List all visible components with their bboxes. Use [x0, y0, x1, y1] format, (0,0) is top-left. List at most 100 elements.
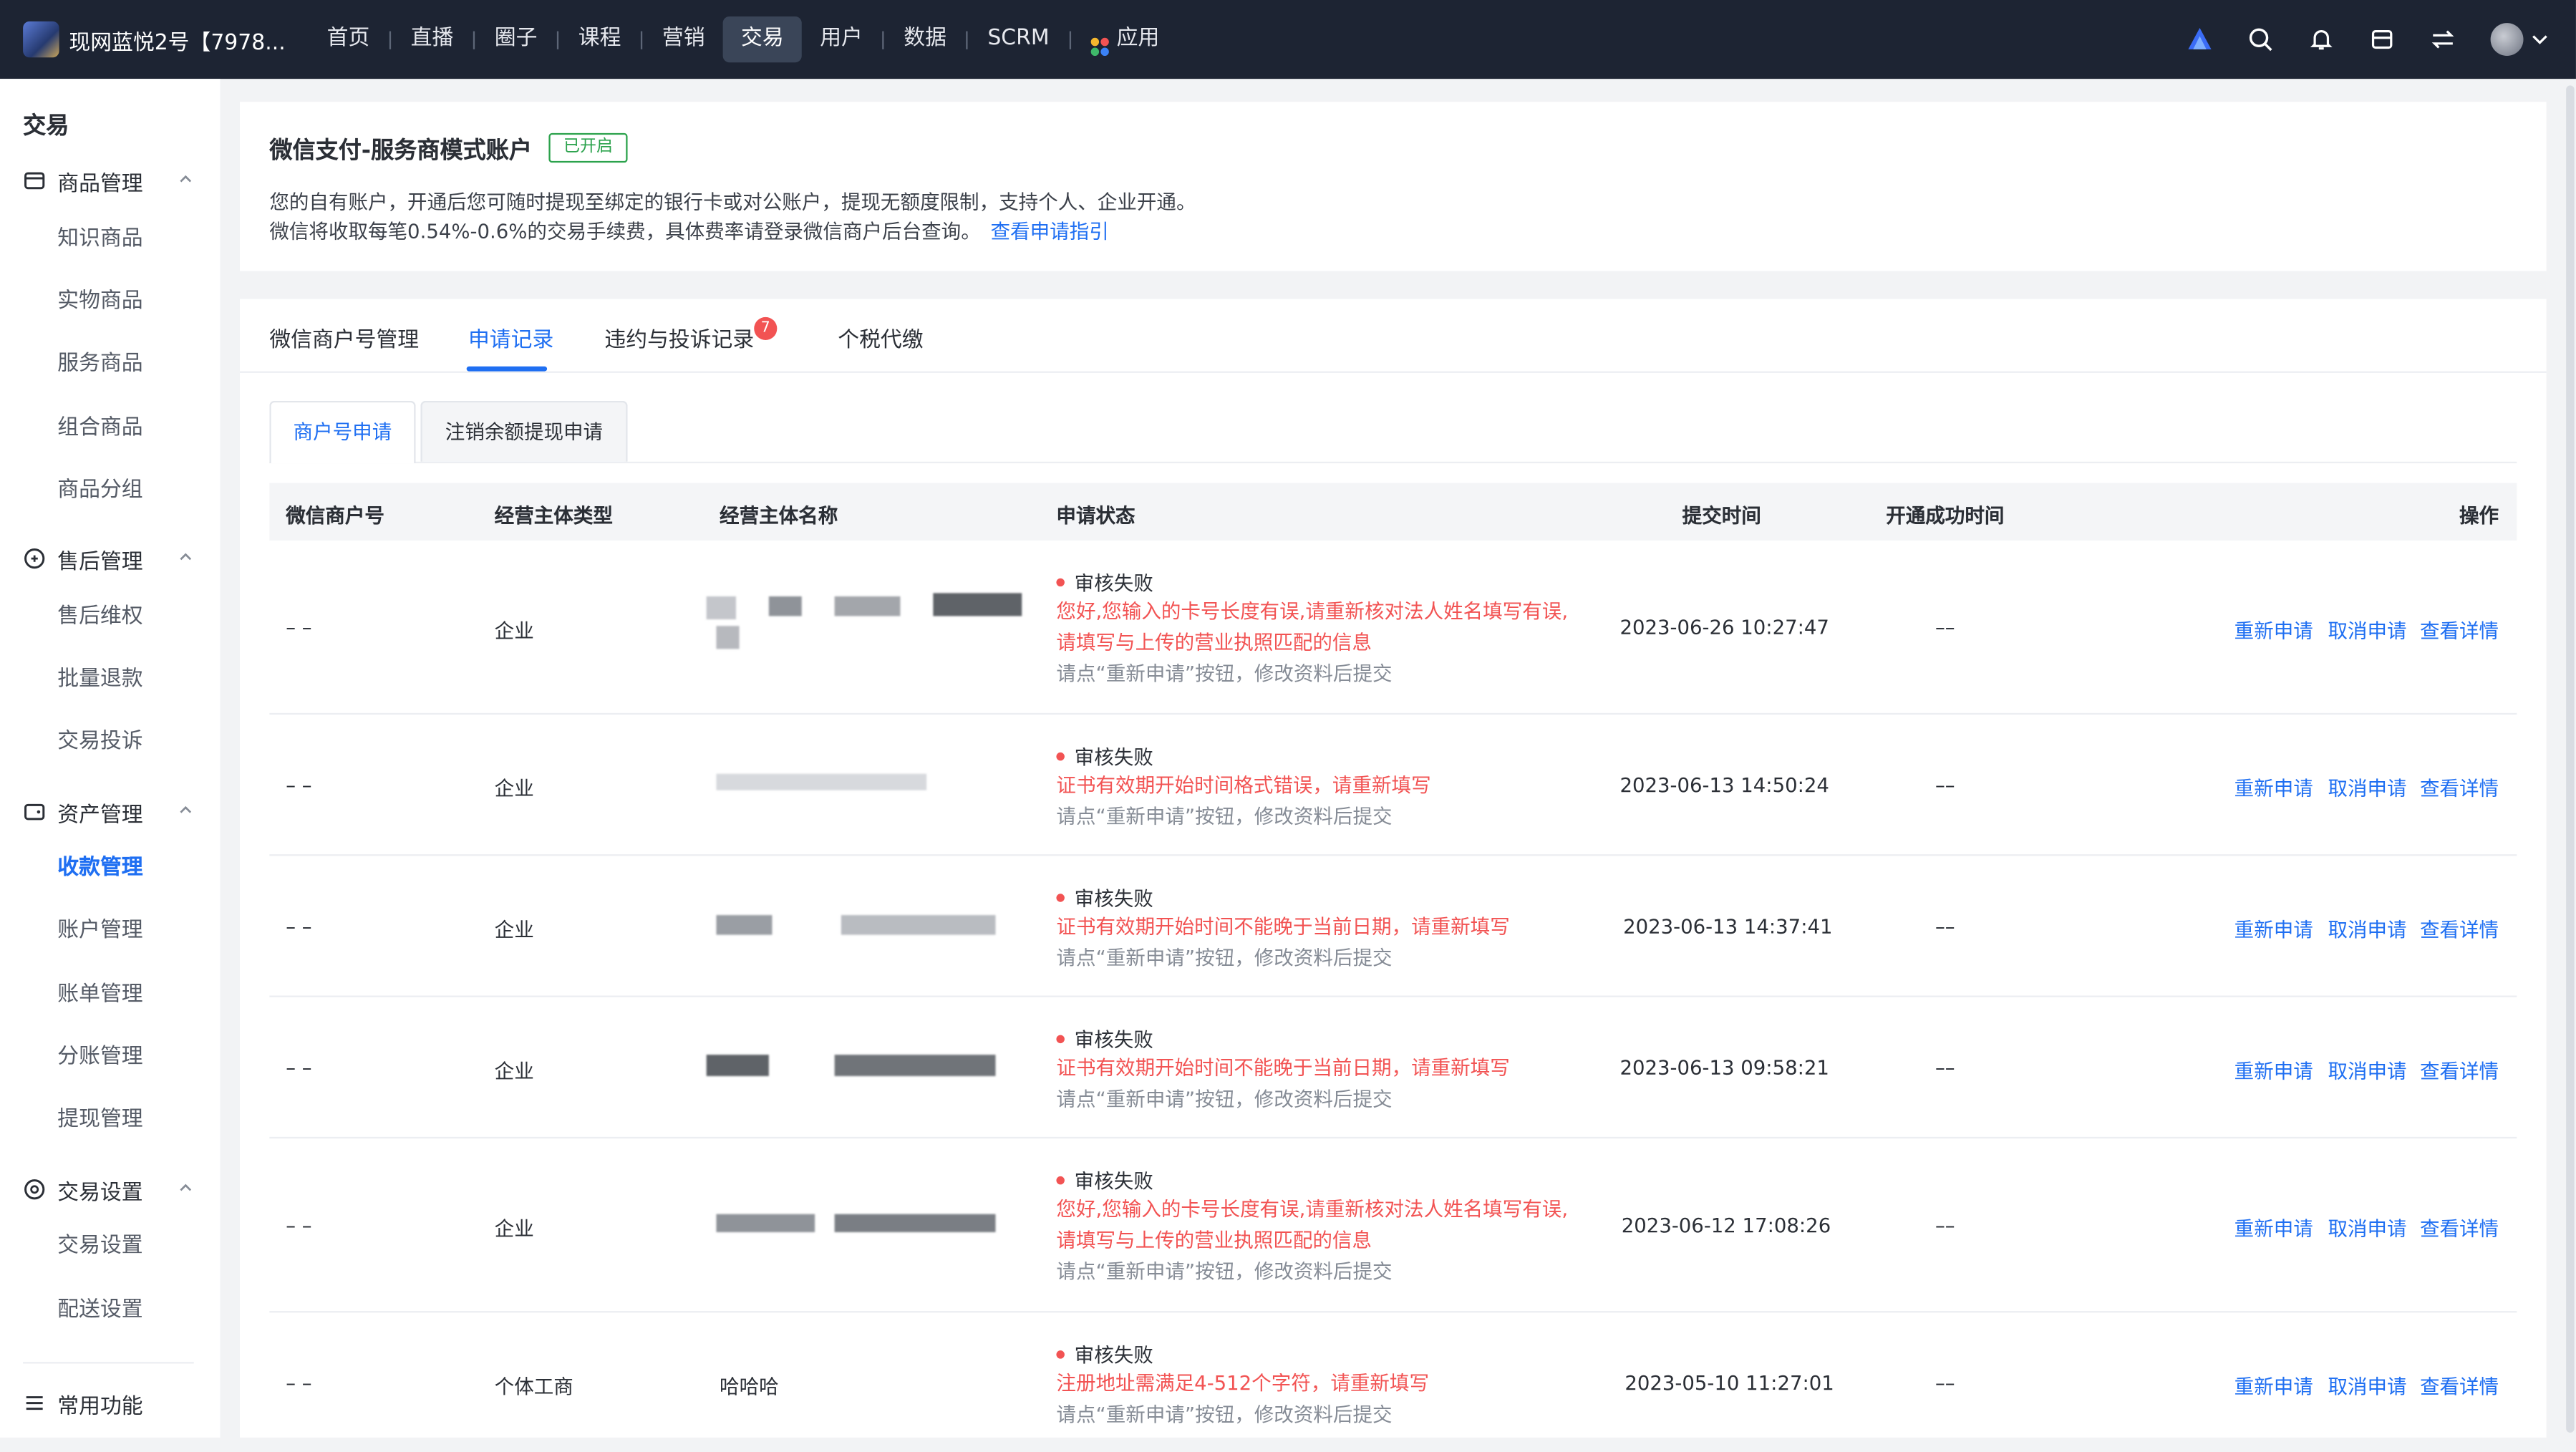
submit-time: 2023-05-10 11:27:01	[1624, 1371, 1834, 1395]
sidebar-group-label: 交易设置	[57, 1180, 143, 1206]
open-time: ––	[1935, 1371, 1955, 1395]
error-message: 证书有效期开始时间不能晚于当前日期，请重新填写	[1056, 915, 1510, 939]
sidebar-item-batch-refund[interactable]: 批量退款	[57, 660, 142, 692]
nav-divider	[966, 30, 968, 49]
sidebar-item-knowledge[interactable]: 知识商品	[57, 220, 142, 251]
reapply-button[interactable]: 重新申请	[2234, 774, 2313, 802]
tab-violation-records[interactable]: 违约与投诉记录	[604, 322, 754, 353]
reapply-button[interactable]: 重新申请	[2234, 1056, 2313, 1084]
shop-switcher[interactable]: 现网蓝悦2号【7978...	[23, 21, 286, 58]
merchant-no: – –	[286, 616, 312, 639]
sidebar-group-goods[interactable]: 商品管理	[0, 164, 194, 197]
cancel-application-button[interactable]: 取消申请	[2328, 616, 2406, 644]
error-dot-icon	[1056, 1176, 1065, 1185]
redacted-entity-name	[716, 1211, 1012, 1237]
cancel-application-button[interactable]: 取消申请	[2328, 1372, 2406, 1400]
error-message: 请填写与上传的营业执照匹配的信息	[1056, 631, 1372, 654]
sidebar-item-complaints[interactable]: 交易投诉	[57, 723, 142, 754]
account-description-line1: 您的自有账户，开通后您可随时提现至绑定的银行卡或对公账户，提现无额度限制，支持个…	[269, 190, 1196, 214]
sidebar-group-trade-settings[interactable]: 交易设置	[0, 1173, 194, 1206]
nav-users[interactable]: 用户	[802, 16, 881, 62]
entity-type: 企业	[494, 777, 534, 800]
switch-icon[interactable]	[2430, 26, 2456, 53]
status-label: 审核失败	[1056, 1340, 1429, 1368]
store-icon[interactable]	[2369, 26, 2396, 53]
sidebar-group-assets[interactable]: 资产管理	[0, 795, 194, 828]
application-status: 审核失败 证书有效期开始时间不能晚于当前日期，请重新填写 请点“重新申请”按钮，…	[1056, 884, 1510, 974]
status-label: 审核失败	[1056, 742, 1430, 770]
view-details-button[interactable]: 查看详情	[2420, 915, 2499, 943]
subtab-merchant-application[interactable]: 商户号申请	[269, 400, 416, 464]
sidebar-item-trade-settings[interactable]: 交易设置	[57, 1227, 142, 1258]
redacted-entity-name	[716, 912, 1012, 939]
aftersale-icon	[24, 548, 45, 569]
sidebar-item-split[interactable]: 分账管理	[57, 1038, 142, 1069]
nav-data[interactable]: 数据	[886, 16, 964, 62]
status-text: 审核失败	[1074, 887, 1153, 911]
error-message: 证书有效期开始时间格式错误，请重新填写	[1056, 773, 1431, 797]
sidebar-item-groups[interactable]: 商品分组	[57, 472, 142, 503]
nav-home[interactable]: 首页	[309, 16, 387, 62]
error-message: 请填写与上传的营业执照匹配的信息	[1056, 1229, 1372, 1252]
sidebar-item-collection[interactable]: 收款管理	[57, 849, 142, 880]
application-guide-link[interactable]: 查看申请指引	[991, 220, 1109, 243]
nav-apps[interactable]: 应用	[1072, 16, 1178, 62]
nav-marketing[interactable]: 营销	[644, 16, 723, 62]
entity-type: 企业	[494, 619, 534, 643]
nav-circle[interactable]: 圈子	[477, 16, 556, 62]
status-hint: 请点“重新申请”按钮，修改资料后提交	[1056, 1259, 1393, 1284]
view-details-button[interactable]: 查看详情	[2420, 1056, 2499, 1084]
active-tab-indicator	[466, 366, 548, 372]
sidebar-group-common[interactable]: 常用功能	[0, 1387, 194, 1420]
subtab-cancel-withdraw-application[interactable]: 注销余额提现申请	[420, 400, 628, 462]
status-hint: 请点“重新申请”按钮，修改资料后提交	[1056, 805, 1393, 828]
tab-merchant-management[interactable]: 微信商户号管理	[269, 322, 419, 353]
open-time: ––	[1935, 1214, 1955, 1237]
sidebar-item-service[interactable]: 服务商品	[57, 345, 142, 376]
user-menu[interactable]	[2490, 23, 2550, 57]
view-details-button[interactable]: 查看详情	[2420, 1214, 2499, 1242]
cancel-application-button[interactable]: 取消申请	[2328, 1214, 2406, 1242]
bell-icon[interactable]	[2308, 26, 2335, 53]
sidebar-item-bundle[interactable]: 组合商品	[57, 409, 142, 440]
application-status: 审核失败 您好,您输入的卡号长度有误,请重新核对法人姓名填写有误, 请填写与上传…	[1056, 1166, 1568, 1288]
record-tabs: 微信商户号管理 申请记录 违约与投诉记录 7 个税代缴	[240, 299, 2547, 373]
search-icon[interactable]	[2247, 26, 2274, 53]
sidebar-group-label: 售后管理	[57, 549, 143, 574]
entity-type: 企业	[494, 1060, 534, 1083]
nav-trade[interactable]: 交易	[722, 16, 802, 63]
error-message: 证书有效期开始时间不能晚于当前日期，请重新填写	[1056, 1056, 1510, 1080]
apps-icon	[1090, 37, 1109, 57]
sidebar-item-delivery[interactable]: 配送设置	[57, 1292, 142, 1322]
tab-application-records[interactable]: 申请记录	[468, 322, 553, 353]
cancel-application-button[interactable]: 取消申请	[2328, 915, 2406, 943]
reapply-button[interactable]: 重新申请	[2234, 915, 2313, 943]
sidebar-item-physical[interactable]: 实物商品	[57, 283, 142, 314]
brand-mark-icon[interactable]	[2187, 26, 2213, 53]
view-details-button[interactable]: 查看详情	[2420, 616, 2499, 644]
column-open-time: 开通成功时间	[1886, 504, 2005, 528]
table-header: 微信商户号 经营主体类型 经营主体名称 申请状态 提交时间 开通成功时间 操作	[269, 483, 2517, 541]
merchant-no: – –	[286, 915, 312, 939]
column-merchant-no: 微信商户号	[286, 504, 384, 528]
reapply-button[interactable]: 重新申请	[2234, 1214, 2313, 1242]
reapply-button[interactable]: 重新申请	[2234, 1372, 2313, 1400]
page-scrollbar[interactable]	[2566, 85, 2575, 1433]
sidebar-group-aftersale[interactable]: 售后管理	[0, 542, 194, 575]
nav-live[interactable]: 直播	[392, 16, 471, 62]
cancel-application-button[interactable]: 取消申请	[2328, 1056, 2406, 1084]
application-status: 审核失败 您好,您输入的卡号长度有误,请重新核对法人姓名填写有误, 请填写与上传…	[1056, 568, 1568, 690]
nav-course[interactable]: 课程	[561, 16, 639, 62]
reapply-button[interactable]: 重新申请	[2234, 616, 2313, 644]
submit-time: 2023-06-13 14:37:41	[1623, 915, 1833, 939]
nav-scrm[interactable]: SCRM	[969, 16, 1067, 62]
tab-tax-withholding[interactable]: 个税代缴	[838, 322, 923, 353]
view-details-button[interactable]: 查看详情	[2420, 1372, 2499, 1400]
view-details-button[interactable]: 查看详情	[2420, 774, 2499, 802]
cancel-application-button[interactable]: 取消申请	[2328, 774, 2406, 802]
sidebar-item-bills[interactable]: 账单管理	[57, 976, 142, 1007]
avatar	[2490, 23, 2524, 57]
sidebar-item-accounts[interactable]: 账户管理	[57, 912, 142, 943]
sidebar-item-withdraw[interactable]: 提现管理	[57, 1100, 142, 1132]
sidebar-item-rights[interactable]: 售后维权	[57, 598, 142, 629]
